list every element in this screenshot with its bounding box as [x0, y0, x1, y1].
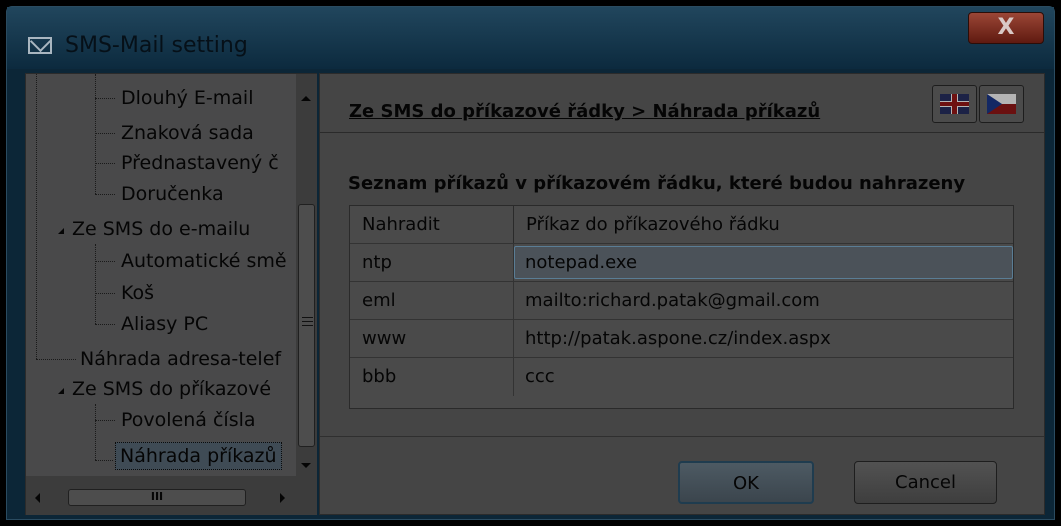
expand-arrow-icon[interactable]	[52, 388, 64, 394]
table-cell[interactable]: eml	[362, 282, 396, 319]
uk-flag-icon	[940, 94, 969, 114]
table-cell[interactable]: ccc	[525, 358, 555, 395]
table-row[interactable]: bbb ccc	[350, 357, 1013, 396]
replacement-table: Nahradit Příkaz do příkazového řádku ntp…	[349, 205, 1014, 409]
header-divider	[320, 132, 1044, 133]
table-row[interactable]: eml mailto:richard.patak@gmail.com	[350, 281, 1013, 320]
tree-item-nahrada-prikazu[interactable]: Náhrada příkazů	[115, 442, 282, 470]
table-cell[interactable]: www	[362, 320, 406, 357]
tree-item-dlouhy-email[interactable]: Dlouhý E-mail	[121, 87, 253, 109]
tree-item-prednastaveny[interactable]: Přednastavený č	[121, 152, 279, 174]
mail-icon	[28, 37, 52, 54]
tree-item-ze-sms-do-prikazove[interactable]: Ze SMS do příkazové	[72, 378, 271, 400]
breadcrumb[interactable]: Ze SMS do příkazové řádky > Náhrada přík…	[349, 101, 820, 122]
czech-flag-button[interactable]	[979, 85, 1024, 123]
settings-window: SMS-Mail setting X Dlouhý E-mail Znaková…	[6, 6, 1055, 520]
expand-arrow-icon[interactable]	[52, 228, 64, 234]
tree-item-kos[interactable]: Koš	[121, 282, 154, 304]
tree-item-ze-sms-do-emailu[interactable]: Ze SMS do e-mailu	[72, 218, 250, 240]
scroll-down-icon[interactable]	[301, 463, 311, 468]
scroll-right-icon[interactable]	[280, 493, 285, 503]
ok-button[interactable]: OK	[678, 461, 814, 504]
scroll-corner	[296, 476, 317, 515]
tree-item-dorucenka[interactable]: Doručenka	[121, 183, 224, 205]
table-cell[interactable]: http://patak.aspone.cz/index.aspx	[525, 320, 831, 357]
table-cell[interactable]: mailto:richard.patak@gmail.com	[525, 282, 820, 319]
tree-item-automaticke[interactable]: Automatické smě	[121, 250, 287, 272]
table-cell[interactable]: bbb	[362, 358, 396, 395]
close-button[interactable]: X	[968, 12, 1044, 44]
table-row[interactable]: www http://patak.aspone.cz/index.aspx	[350, 319, 1013, 358]
scroll-left-icon[interactable]	[35, 493, 40, 503]
tree-item-znakova-sada[interactable]: Znaková sada	[121, 122, 254, 144]
column-header-prikaz[interactable]: Příkaz do příkazového řádku	[514, 206, 780, 243]
czech-flag-icon	[987, 94, 1016, 114]
tree-item-nahrada-adresa[interactable]: Náhrada adresa-telef	[80, 348, 281, 370]
scroll-up-icon[interactable]	[301, 96, 311, 101]
table-cell[interactable]: ntp	[362, 244, 392, 281]
content-panel: Ze SMS do příkazové řádky > Náhrada přík…	[319, 73, 1045, 515]
tree-item-povolena-cisla[interactable]: Povolená čísla	[121, 409, 256, 431]
table-cell[interactable]: notepad.exe	[525, 244, 637, 281]
scroll-thumb[interactable]	[298, 204, 315, 447]
column-header-nahradit[interactable]: Nahradit	[350, 206, 513, 243]
english-flag-button[interactable]	[932, 85, 977, 123]
section-title: Seznam příkazů v příkazovém řádku, které…	[348, 173, 966, 194]
tree-item-aliasy-pc[interactable]: Aliasy PC	[121, 313, 208, 335]
navigation-tree: Dlouhý E-mail Znaková sada Přednastavený…	[25, 73, 317, 515]
cancel-button[interactable]: Cancel	[854, 461, 997, 504]
vertical-scrollbar[interactable]	[296, 74, 317, 476]
title-bar[interactable]: SMS-Mail setting X	[7, 7, 1054, 69]
window-title: SMS-Mail setting	[65, 33, 248, 58]
horizontal-scroll-thumb[interactable]: III	[68, 489, 246, 506]
table-row[interactable]: ntp notepad.exe	[350, 243, 1013, 282]
horizontal-scrollbar[interactable]: III	[26, 476, 296, 515]
footer-divider	[320, 436, 1044, 437]
